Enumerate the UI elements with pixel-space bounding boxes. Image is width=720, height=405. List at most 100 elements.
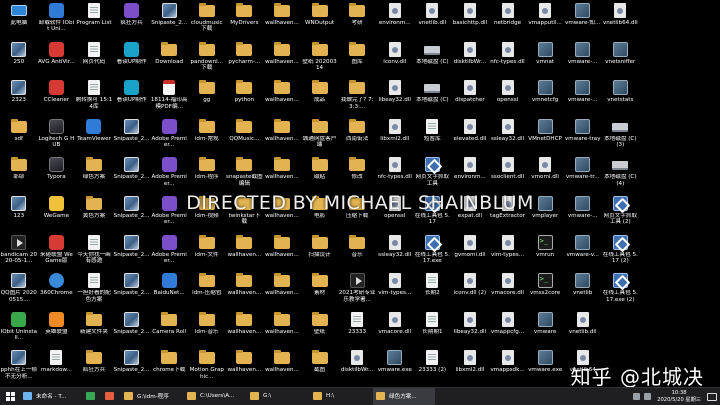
desktop-icon[interactable]: 一担好看的配色方案 xyxy=(75,270,113,309)
desktop-icon[interactable]: 压缩下载 xyxy=(338,193,376,232)
desktop-icon[interactable]: 扫描设计 xyxy=(301,232,339,271)
desktop-icon[interactable]: 西南街法 xyxy=(338,116,376,155)
desktop-icon[interactable]: Snipaste_2... xyxy=(113,116,151,155)
desktop-icon[interactable]: idm-文件 xyxy=(188,232,226,271)
desktop-icon[interactable]: Snipaste_2... xyxy=(113,270,151,309)
taskbar-item[interactable]: G:\idm-程序 xyxy=(121,388,183,405)
desktop-icon[interactable]: 看读UP制作 xyxy=(113,39,151,78)
desktop-icon[interactable]: vmss2core xyxy=(526,270,564,309)
desktop-icon[interactable]: 素材 xyxy=(301,270,339,309)
desktop-icon[interactable]: 看读UP制作 xyxy=(113,77,151,116)
desktop-icon[interactable]: MyDrivers xyxy=(226,0,264,39)
desktop-icon[interactable]: gg xyxy=(188,77,226,116)
desktop-icon[interactable]: wallhaven... xyxy=(226,347,264,386)
desktop-icon[interactable]: 长期2 xyxy=(414,270,452,309)
desktop-icon[interactable]: 我做完了? 7:3:3:... xyxy=(338,77,376,116)
desktop-icon[interactable]: vnetsniffer xyxy=(602,39,640,78)
desktop-icon[interactable]: snapaste截图编辑 xyxy=(226,154,264,193)
desktop-icon[interactable]: tagExtractor xyxy=(489,193,527,232)
desktop-icon[interactable]: vmrun xyxy=(526,232,564,271)
desktop-icon[interactable]: 本地磁盘 (C) xyxy=(414,77,452,116)
desktop-icon[interactable]: QQ图片 20200515... xyxy=(0,270,38,309)
desktop-icon[interactable]: pphh在上一帧不无分析... xyxy=(0,347,38,386)
desktop-icon[interactable]: iconv.dll xyxy=(376,39,414,78)
desktop-icon[interactable]: pandownl... 下载 xyxy=(188,39,226,78)
desktop-icon[interactable]: ssoclient.dll xyxy=(489,154,527,193)
desktop-icon[interactable]: vmnetcfg xyxy=(526,77,564,116)
desktop-icon[interactable]: libeay32.dll xyxy=(376,77,414,116)
desktop-icon[interactable]: 卸载软件 IObit Uni... xyxy=(38,0,76,39)
desktop-icon[interactable]: Typora xyxy=(38,154,76,193)
desktop-icon[interactable]: vmware-... xyxy=(564,193,602,232)
desktop-icon[interactable]: netbridge xyxy=(489,0,527,39)
desktop-icon[interactable]: vmomi.dll xyxy=(526,154,564,193)
desktop-icon[interactable]: ssleay32.dll xyxy=(376,232,414,271)
desktop-icon[interactable]: wallhaven... xyxy=(263,0,301,39)
desktop-icon[interactable]: 英雄联盟 xyxy=(38,309,76,348)
desktop-icon[interactable]: Snipaste_2... xyxy=(113,193,151,232)
desktop-icon[interactable]: markdow... xyxy=(38,347,76,386)
desktop-icon[interactable]: 截图 xyxy=(301,347,339,386)
desktop-icon[interactable]: libxml2.dll xyxy=(451,347,489,386)
desktop-icon[interactable]: vmware-tr... xyxy=(564,154,602,193)
desktop-icon[interactable]: vmware-tray xyxy=(564,116,602,155)
desktop-icon[interactable]: 在线工具包 5.17 xyxy=(414,193,452,232)
start-button[interactable] xyxy=(0,388,20,405)
desktop-icon[interactable]: 在线工具包 5.17.exe (2) xyxy=(602,270,640,309)
taskbar-item[interactable] xyxy=(102,388,120,405)
desktop-icon[interactable]: 本地磁盘 (C) (4) xyxy=(602,154,640,193)
desktop-icon[interactable]: TeamViewer xyxy=(75,116,113,155)
taskbar-item[interactable]: 绿色方案... xyxy=(373,387,435,405)
desktop-icon[interactable]: 黄色方案 xyxy=(75,193,113,232)
desktop-icon[interactable]: 23333 (2) xyxy=(414,347,452,386)
desktop-icon[interactable]: WNOutput xyxy=(301,0,339,39)
desktop-icon[interactable]: IObit Uninstall... xyxy=(0,309,38,348)
desktop-icon[interactable]: basichttp.dll xyxy=(451,0,489,39)
desktop-icon[interactable]: 在线工具包 5.17.exe xyxy=(414,232,452,271)
desktop-icon[interactable]: 网页文字抓取工具 xyxy=(414,154,452,193)
desktop-icon[interactable]: dispatcher xyxy=(451,77,489,116)
desktop-icon[interactable]: Program List xyxy=(75,0,113,39)
volume-icon[interactable] xyxy=(644,393,652,400)
desktop-icon[interactable]: vnetstats xyxy=(602,77,640,116)
desktop-icon[interactable]: vnetlib xyxy=(564,270,602,309)
desktop-icon[interactable]: vim-types... xyxy=(376,270,414,309)
desktop-icon[interactable]: vmware-... xyxy=(564,77,602,116)
desktop-icon[interactable]: openssl xyxy=(489,77,527,116)
desktop-icon[interactable]: 网页代码 xyxy=(75,39,113,78)
desktop-icon[interactable]: 耶耶 xyxy=(0,154,38,193)
desktop-icon[interactable]: vmplayer xyxy=(526,193,564,232)
desktop-icon[interactable]: nfc-types.dll xyxy=(376,154,414,193)
desktop-icon[interactable]: 2021考研专业乐教学署... xyxy=(338,270,376,309)
desktop-icon[interactable]: 在线工具包 5.17 (2) xyxy=(602,232,640,271)
desktop-icon[interactable]: wallhaven... xyxy=(263,77,301,116)
desktop-icon[interactable]: vmware-v... xyxy=(564,232,602,271)
desktop-icon[interactable]: WeGame xyxy=(38,193,76,232)
taskbar-item[interactable]: H:\ xyxy=(310,388,372,405)
desktop-icon[interactable]: 此电脑 xyxy=(0,0,38,39)
desktop-icon[interactable]: chrome下载 xyxy=(150,347,188,386)
desktop-icon[interactable]: twinkstar下载 xyxy=(226,193,264,232)
desktop-icon[interactable]: 考研 xyxy=(338,0,376,39)
desktop-icon[interactable]: Adobe Premier... xyxy=(150,193,188,232)
desktop-icon[interactable]: wallhaven... xyxy=(226,270,264,309)
desktop-icon[interactable]: environm... xyxy=(376,0,414,39)
desktop-icon[interactable]: idm-常规 xyxy=(188,116,226,155)
notification-center-icon[interactable] xyxy=(707,392,717,401)
desktop-icon[interactable]: 疯狂方兵 xyxy=(113,0,151,39)
taskbar-item[interactable]: C:\Users\A... xyxy=(184,388,246,405)
desktop-icon[interactable]: vnetlib.dll xyxy=(564,309,602,348)
desktop-icon[interactable]: disktilbWr... xyxy=(338,347,376,386)
desktop-icon[interactable]: idm-音乐 xyxy=(188,309,226,348)
taskbar-item[interactable] xyxy=(83,388,101,405)
desktop-icon[interactable]: 新建文件夹 xyxy=(75,309,113,348)
desktop-icon[interactable]: idm-视频 xyxy=(188,193,226,232)
desktop-icon[interactable]: Adobe Premier... xyxy=(150,154,188,193)
desktop-icon[interactable]: 2323 xyxy=(0,77,38,116)
taskbar-clock[interactable]: 10:38 2020/5/20 星期三 xyxy=(653,390,705,403)
desktop-icon[interactable]: QQMusic... xyxy=(226,116,264,155)
desktop-icon[interactable]: 成品 xyxy=(301,77,339,116)
desktop-icon[interactable]: AVG AntiVir... xyxy=(38,39,76,78)
desktop-icon[interactable]: 今天你找一画有感邀 xyxy=(75,232,113,271)
desktop-icon[interactable]: BaiduNet... xyxy=(150,270,188,309)
